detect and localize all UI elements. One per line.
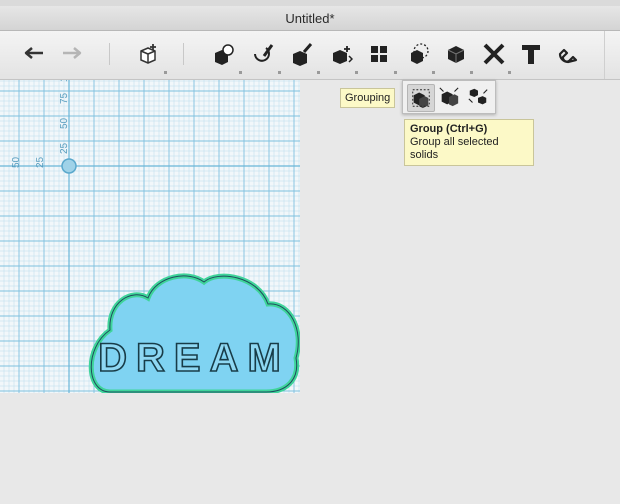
ruler-label-25: 25: [59, 142, 70, 154]
dream-text: DREAM: [98, 336, 290, 380]
dream-cloud-model[interactable]: DREAM: [88, 273, 300, 393]
modify-icon: [333, 46, 353, 64]
dropdown-caret: [470, 71, 473, 74]
dropdown-caret: [317, 71, 320, 74]
tooltip-title: Group (Ctrl+G): [410, 123, 488, 135]
redo-button[interactable]: [56, 39, 86, 69]
group-icon: [412, 89, 430, 109]
ruler-label-100: 100: [59, 80, 70, 82]
primitives-button[interactable]: [209, 39, 239, 69]
ruler-label-50: 50: [59, 117, 70, 129]
ungroup-button[interactable]: [436, 84, 462, 110]
ruler-label-h25: 25: [35, 156, 46, 168]
grouping-button[interactable]: [403, 39, 433, 69]
redo-icon: [63, 47, 82, 59]
construct-button[interactable]: [287, 39, 317, 69]
combine-button[interactable]: [441, 39, 471, 69]
title-bar: Untitled*: [0, 6, 620, 31]
dropdown-caret: [355, 71, 358, 74]
pattern-icon: [371, 46, 387, 62]
main-toolbar: [0, 31, 620, 80]
toolbar-separator: [109, 43, 110, 65]
explode-button[interactable]: [465, 84, 491, 110]
modify-button[interactable]: [326, 39, 356, 69]
measure-icon: [483, 43, 505, 65]
grouping-submenu: [402, 80, 496, 114]
pattern-button[interactable]: [364, 39, 394, 69]
dropdown-caret: [164, 71, 167, 74]
snap-button[interactable]: [553, 39, 583, 69]
right-panel-edge: [604, 31, 620, 79]
dropdown-caret: [278, 71, 281, 74]
grid-canvas: 25 50 75 100 25 50 DREAM: [0, 80, 300, 393]
primitive-shape-icon: [215, 44, 234, 65]
ruler-label-75: 75: [59, 92, 70, 104]
ruler-label-h50: 50: [11, 156, 22, 168]
add-component-icon: [140, 44, 156, 64]
construct-icon: [293, 43, 313, 66]
undo-icon: [24, 47, 43, 59]
origin-handle[interactable]: [61, 158, 77, 174]
dropdown-caret: [394, 71, 397, 74]
add-component-button[interactable]: [133, 39, 163, 69]
snap-magnet-icon: [558, 48, 578, 64]
sketch-button[interactable]: [248, 39, 278, 69]
explode-icon: [468, 88, 488, 105]
tooltip-description: Group all selected solids: [410, 136, 499, 161]
grouping-icon: [411, 43, 429, 64]
toolbar-separator: [183, 43, 184, 65]
combine-icon: [447, 46, 465, 63]
group-button[interactable]: [407, 84, 435, 112]
measure-button[interactable]: [479, 39, 509, 69]
workplane-grid[interactable]: 25 50 75 100 25 50 DREAM: [0, 80, 300, 393]
dropdown-caret: [239, 71, 242, 74]
dropdown-caret: [508, 71, 511, 74]
undo-button[interactable]: [20, 39, 50, 69]
grouping-tooltip: Grouping: [340, 88, 396, 108]
dropdown-caret: [432, 71, 435, 74]
sketch-icon: [254, 44, 274, 62]
window-title: Untitled*: [285, 11, 335, 26]
group-command-tooltip: Group (Ctrl+G) Group all selected solids: [404, 119, 534, 166]
ungroup-icon: [439, 87, 459, 107]
text-button[interactable]: [516, 39, 546, 69]
text-icon: [522, 45, 540, 64]
